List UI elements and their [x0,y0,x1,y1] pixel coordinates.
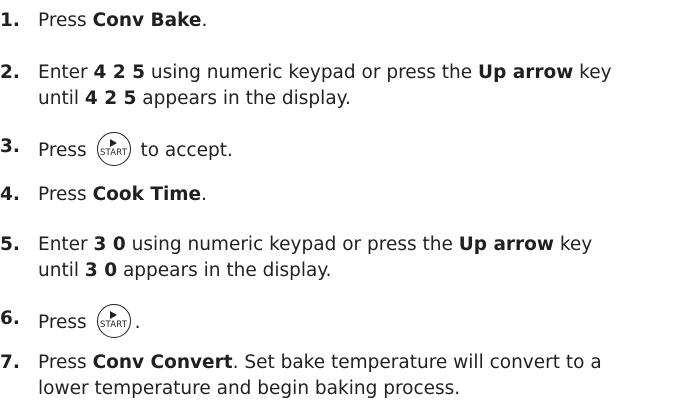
start-button-icon: START [96,132,131,166]
value-30: 3 0 [93,234,126,255]
step-text: Press Conv Bake. [38,10,208,31]
step-1: 1. Press Conv Bake. [0,8,678,34]
play-icon [110,311,118,319]
step-text: Enter 4 2 5 using numeric keypad or pres… [38,62,612,109]
step-3: 3. Press START to accept. [0,132,678,168]
key-up-arrow: Up arrow [458,234,554,255]
value-425: 4 2 5 [93,62,146,83]
step-text: Press Conv Convert. Set bake temperature… [38,352,602,399]
step-6: 6. Press START. [0,304,678,340]
value-425: 4 2 5 [84,88,137,109]
play-icon [110,139,118,147]
key-conv-convert: Conv Convert [92,352,233,373]
step-5: 5. Enter 3 0 using numeric keypad or pre… [0,232,678,284]
key-cook-time: Cook Time [92,184,202,205]
step-text: Enter 3 0 using numeric keypad or press … [38,234,593,281]
step-number: 1. [0,10,20,31]
step-7: 7. Press Conv Convert. Set bake temperat… [0,350,678,402]
instruction-steps: 1. Press Conv Bake. 2. Enter 4 2 5 using… [0,0,678,400]
step-number: 7. [0,352,20,373]
value-30: 3 0 [84,260,118,281]
step-number: 3. [0,136,20,157]
step-text: Press START to accept. [38,132,678,168]
start-button-icon: START [96,304,131,338]
key-conv-bake: Conv Bake [92,10,202,31]
step-number: 5. [0,234,20,255]
step-4: 4. Press Cook Time. [0,182,678,208]
key-up-arrow: Up arrow [478,62,574,83]
step-text: Press Cook Time. [38,184,207,205]
step-number: 4. [0,184,20,205]
step-number: 2. [0,62,20,83]
step-2: 2. Enter 4 2 5 using numeric keypad or p… [0,60,678,112]
step-text: Press START. [38,304,678,340]
step-number: 6. [0,308,20,329]
